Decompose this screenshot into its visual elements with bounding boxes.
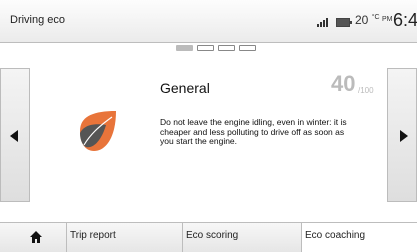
tab-label: Eco scoring	[186, 230, 239, 241]
right-arrow-icon	[400, 130, 408, 142]
temperature-value: 20	[355, 13, 369, 27]
temperature-unit: °C	[371, 14, 380, 21]
tab-eco-coaching[interactable]: Eco coaching	[301, 223, 417, 252]
eco-leaf-icon	[80, 111, 116, 151]
left-arrow-icon	[10, 130, 18, 142]
page-dot-1	[176, 45, 193, 51]
tab-label: Eco coaching	[305, 230, 366, 241]
temperature: 20 °C	[355, 13, 380, 27]
tab-bar: Trip report Eco scoring Eco coaching	[0, 222, 417, 252]
page-dot-2	[197, 45, 214, 51]
eco-score-value: 40	[331, 71, 356, 96]
page-dot-3	[218, 45, 235, 51]
tab-label: Trip report	[70, 230, 116, 241]
home-icon	[30, 231, 42, 243]
next-button[interactable]	[387, 68, 417, 202]
battery-icon	[336, 18, 352, 27]
tab-trip-report[interactable]: Trip report	[66, 223, 182, 252]
eco-tip-text: Do not leave the engine idling, even in …	[160, 117, 347, 146]
card-heading: General	[160, 80, 210, 96]
tab-eco-scoring[interactable]: Eco scoring	[182, 223, 301, 252]
signal-strength-icon	[317, 17, 331, 27]
ampm-indicator: PM	[382, 16, 393, 23]
eco-score-max: /100	[358, 86, 374, 95]
page-title: Driving eco	[10, 14, 66, 26]
clock: 6:40	[393, 10, 417, 30]
previous-button[interactable]	[0, 68, 30, 202]
status-bar: Driving eco 20 °C PM 6:40	[0, 0, 417, 43]
page-dot-4	[239, 45, 256, 51]
home-button[interactable]	[0, 223, 66, 252]
